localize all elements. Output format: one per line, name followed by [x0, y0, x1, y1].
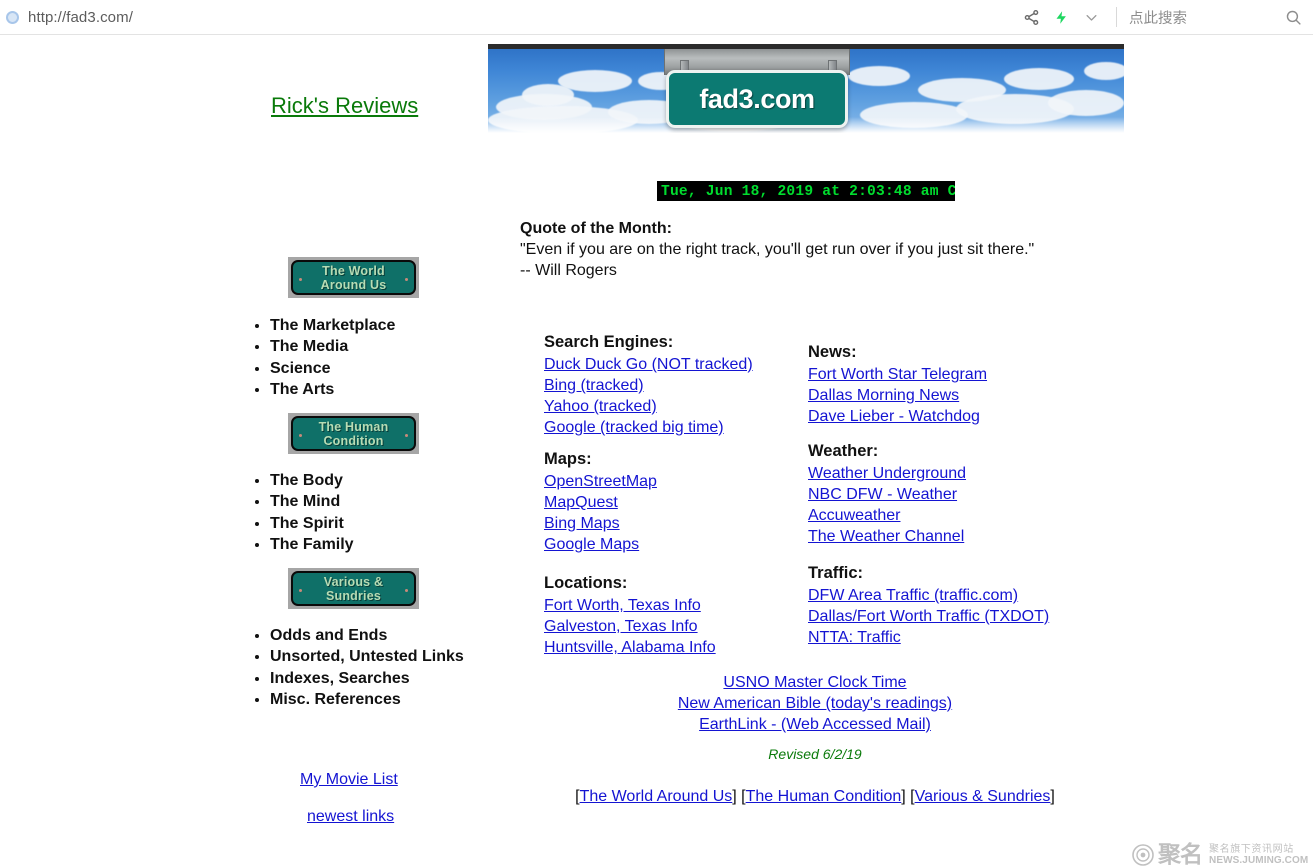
group-title: Maps:	[544, 450, 592, 468]
bracket-close: ]	[732, 788, 737, 805]
chevron-down-icon[interactable]	[1076, 0, 1106, 35]
watermark-text: 聚名旗下资讯网站 NEWS.JUMING.COM	[1209, 844, 1308, 866]
page-content: fad3.com Tue, Jun 18, 2019 at 2:03:48 am…	[0, 35, 1313, 866]
link-earthlink-mail[interactable]: EarthLink - (Web Accessed Mail)	[520, 714, 1110, 735]
link-accuweather[interactable]: Accuweather	[808, 505, 966, 526]
link-fort-worth-info[interactable]: Fort Worth, Texas Info	[544, 595, 716, 616]
link-bing-maps[interactable]: Bing Maps	[544, 513, 657, 534]
group-title: Locations:	[544, 574, 628, 592]
browser-toolbar: http://fad3.com/ 点此搜索	[0, 0, 1313, 35]
bracket-close: ]	[1050, 788, 1055, 805]
group-news: News: Fort Worth Star Telegram Dallas Mo…	[808, 341, 987, 427]
quote-title: Quote of the Month:	[520, 220, 672, 237]
link-usno-clock[interactable]: USNO Master Clock Time	[520, 672, 1110, 693]
page-circle-icon	[6, 10, 19, 24]
group-weather: Weather: Weather Underground NBC DFW - W…	[808, 440, 966, 547]
watermark-line-2: NEWS.JUMING.COM	[1209, 855, 1309, 866]
link-dave-lieber[interactable]: Dave Lieber - Watchdog	[808, 406, 987, 427]
center-links: USNO Master Clock Time New American Bibl…	[520, 672, 1110, 735]
juming-logo-icon	[1132, 844, 1154, 866]
watermark: 聚名 聚名旗下资讯网站 NEWS.JUMING.COM	[1131, 843, 1308, 867]
main-content: Quote of the Month: "Even if you are on …	[0, 35, 1313, 841]
link-duck-duck-go[interactable]: Duck Duck Go (NOT tracked)	[544, 354, 753, 375]
group-title: Weather:	[808, 442, 879, 460]
bottom-nav: [The World Around Us] [The Human Conditi…	[520, 788, 1110, 806]
bottom-nav-human[interactable]: The Human Condition	[746, 788, 902, 805]
quote-of-the-month: Quote of the Month: "Even if you are on …	[520, 218, 1034, 281]
link-dallas-morning-news[interactable]: Dallas Morning News	[808, 385, 987, 406]
link-weather-channel[interactable]: The Weather Channel	[808, 526, 966, 547]
watermark-glyphs: 聚名	[1158, 841, 1203, 868]
browser-actions: 点此搜索	[1016, 0, 1313, 34]
share-icon[interactable]	[1016, 0, 1046, 35]
link-dfw-area-traffic[interactable]: DFW Area Traffic (traffic.com)	[808, 585, 1049, 606]
watermark-line-1: 聚名旗下资讯网站	[1209, 844, 1294, 855]
quote-text: "Even if you are on the right track, you…	[520, 241, 1035, 258]
revised-date: Revised 6/2/19	[768, 746, 862, 762]
link-mapquest[interactable]: MapQuest	[544, 492, 657, 513]
group-locations: Locations: Fort Worth, Texas Info Galves…	[544, 572, 716, 658]
quote-attribution: -- Will Rogers	[520, 262, 617, 279]
bracket-close: ]	[901, 788, 906, 805]
link-ntta-traffic[interactable]: NTTA: Traffic	[808, 627, 1049, 648]
group-title: Traffic:	[808, 564, 864, 582]
link-new-american-bible[interactable]: New American Bible (today's readings)	[520, 693, 1110, 714]
link-openstreetmap[interactable]: OpenStreetMap	[544, 471, 657, 492]
url-text[interactable]: http://fad3.com/	[28, 9, 133, 26]
group-traffic: Traffic: DFW Area Traffic (traffic.com) …	[808, 562, 1049, 648]
link-google[interactable]: Google (tracked big time)	[544, 417, 753, 438]
search-input[interactable]: 点此搜索	[1129, 7, 1187, 28]
bottom-nav-various[interactable]: Various & Sundries	[915, 788, 1051, 805]
group-search-engines: Search Engines: Duck Duck Go (NOT tracke…	[544, 331, 753, 438]
link-yahoo[interactable]: Yahoo (tracked)	[544, 396, 753, 417]
link-star-telegram[interactable]: Fort Worth Star Telegram	[808, 364, 987, 385]
link-bing[interactable]: Bing (tracked)	[544, 375, 753, 396]
group-maps: Maps: OpenStreetMap MapQuest Bing Maps G…	[544, 448, 657, 555]
link-galveston-info[interactable]: Galveston, Texas Info	[544, 616, 716, 637]
link-txdot-traffic[interactable]: Dallas/Fort Worth Traffic (TXDOT)	[808, 606, 1049, 627]
search-icon[interactable]	[1273, 0, 1313, 35]
link-google-maps[interactable]: Google Maps	[544, 534, 657, 555]
link-nbc-dfw-weather[interactable]: NBC DFW - Weather	[808, 484, 966, 505]
group-title: Search Engines:	[544, 333, 674, 351]
lightning-icon[interactable]	[1046, 0, 1076, 35]
bottom-nav-world[interactable]: The World Around Us	[580, 788, 733, 805]
link-huntsville-info[interactable]: Huntsville, Alabama Info	[544, 637, 716, 658]
toolbar-divider	[1116, 7, 1117, 27]
group-title: News:	[808, 343, 857, 361]
link-weather-underground[interactable]: Weather Underground	[808, 463, 966, 484]
